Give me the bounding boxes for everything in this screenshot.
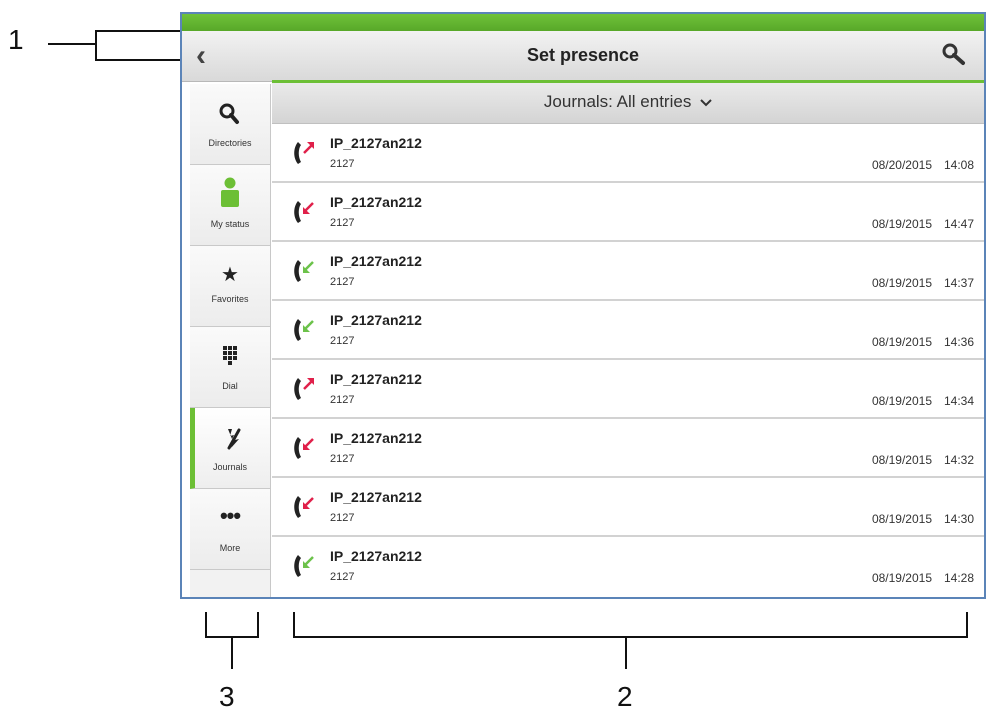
sidebar-item-label: Favorites xyxy=(211,294,249,304)
entry-name: IP_2127an212 xyxy=(330,548,422,564)
entry-time: 14:37 xyxy=(943,276,974,290)
entry-time: 14:08 xyxy=(943,158,974,172)
entry-number: 2127 xyxy=(330,453,355,465)
entry-date: 08/20/2015 xyxy=(871,158,932,172)
entry-date: 08/19/2015 xyxy=(871,276,932,290)
entry-time: 14:47 xyxy=(943,217,974,231)
incoming-call-icon xyxy=(294,260,314,282)
entry-number: 2127 xyxy=(330,217,355,229)
header-bar: ‹ Set presence xyxy=(182,31,984,82)
entry-number: 2127 xyxy=(330,335,355,347)
sidebar-item-label: Dial xyxy=(222,381,238,391)
entry-time: 14:34 xyxy=(943,394,974,408)
entry-date: 08/19/2015 xyxy=(871,335,932,349)
journal-filter-dropdown[interactable]: Journals: All entries xyxy=(272,83,984,124)
journal-entry[interactable]: IP_2127an212 2127 08/19/2015 14:34 xyxy=(272,360,984,419)
entry-name: IP_2127an212 xyxy=(330,253,422,269)
callout-bracket-3-right xyxy=(257,612,259,637)
star-icon: ★ xyxy=(221,264,239,286)
search-icon xyxy=(219,103,239,124)
entry-date: 08/19/2015 xyxy=(871,571,932,585)
entry-time: 14:30 xyxy=(943,512,974,526)
callout-bracket-2-left xyxy=(293,612,295,637)
callout-bracket-2-stem xyxy=(625,637,627,669)
callout-label-3: 3 xyxy=(219,681,235,712)
sidebar-item-label: More xyxy=(219,543,241,553)
journal-entry[interactable]: IP_2127an212 2127 08/19/2015 14:36 xyxy=(272,301,984,360)
entry-number: 2127 xyxy=(330,276,355,288)
sidebar-nav: Directories My status ★ Favorites Dial J… xyxy=(190,84,271,597)
sidebar-item-favorites[interactable]: ★ Favorites xyxy=(190,246,270,327)
sidebar-item-dial[interactable]: Dial xyxy=(190,327,270,408)
journals-icon xyxy=(227,428,241,450)
page-title: Set presence xyxy=(526,45,640,65)
entry-number: 2127 xyxy=(330,512,355,524)
callout-line-1 xyxy=(48,43,96,45)
entry-date: 08/19/2015 xyxy=(871,512,932,526)
sidebar-item-directories[interactable]: Directories xyxy=(190,84,270,165)
device-screen: ‹ Set presence Directories My status ★ F… xyxy=(180,12,986,599)
incoming-call-icon xyxy=(294,319,314,341)
callout-bracket-1-vertical xyxy=(95,30,97,60)
sidebar-item-label: Directories xyxy=(208,138,252,148)
journal-list: IP_2127an212 2127 08/20/2015 14:08 IP_21… xyxy=(272,124,984,596)
entry-number: 2127 xyxy=(330,571,355,583)
callout-label-2: 2 xyxy=(617,681,633,712)
callout-bracket-1-top xyxy=(95,30,180,32)
entry-name: IP_2127an212 xyxy=(330,135,422,151)
journal-panel: Journals: All entries IP_2127an212 2127 … xyxy=(272,80,984,597)
journal-entry[interactable]: IP_2127an212 2127 08/20/2015 14:08 xyxy=(272,124,984,183)
more-icon: ••• xyxy=(219,503,241,528)
outgoing-call-icon xyxy=(294,142,314,164)
entry-number: 2127 xyxy=(330,158,355,170)
journal-entry[interactable]: IP_2127an212 2127 08/19/2015 14:47 xyxy=(272,183,984,242)
callout-label-1: 1 xyxy=(8,24,24,55)
sidebar-item-my-status[interactable]: My status xyxy=(190,165,270,246)
sidebar-item-label: My status xyxy=(210,219,250,229)
entry-time: 14:32 xyxy=(943,453,974,467)
journal-entry[interactable]: IP_2127an212 2127 08/19/2015 14:30 xyxy=(272,478,984,537)
entry-date: 08/19/2015 xyxy=(871,453,932,467)
person-icon xyxy=(221,177,239,207)
entry-date: 08/19/2015 xyxy=(871,217,932,231)
entry-time: 14:28 xyxy=(943,571,974,585)
keypad-icon xyxy=(223,346,237,365)
callout-bracket-3-stem xyxy=(231,637,233,669)
callout-bracket-3-left xyxy=(205,612,207,637)
chevron-down-icon xyxy=(700,83,712,121)
journal-entry[interactable]: IP_2127an212 2127 08/19/2015 14:28 xyxy=(272,537,984,596)
outgoing-call-icon xyxy=(294,378,314,400)
entry-name: IP_2127an212 xyxy=(330,371,422,387)
journal-filter-label: Journals: All entries xyxy=(543,92,692,111)
incoming-call-icon xyxy=(294,555,314,577)
journal-entry[interactable]: IP_2127an212 2127 08/19/2015 14:37 xyxy=(272,242,984,301)
search-icon[interactable] xyxy=(940,41,968,69)
callout-bracket-2-bottom xyxy=(293,636,968,638)
entry-name: IP_2127an212 xyxy=(330,194,422,210)
journal-entry[interactable]: IP_2127an212 2127 08/19/2015 14:32 xyxy=(272,419,984,478)
entry-date: 08/19/2015 xyxy=(871,394,932,408)
missed-call-icon xyxy=(294,496,314,518)
entry-name: IP_2127an212 xyxy=(330,489,422,505)
status-strip xyxy=(182,14,984,31)
callout-bracket-1-bottom xyxy=(95,59,180,61)
missed-call-icon xyxy=(294,201,314,223)
missed-call-icon xyxy=(294,437,314,459)
entry-name: IP_2127an212 xyxy=(330,312,422,328)
sidebar-item-label: Journals xyxy=(212,462,248,472)
callout-bracket-2-right xyxy=(966,612,968,637)
sidebar-item-journals[interactable]: Journals xyxy=(190,408,270,489)
entry-name: IP_2127an212 xyxy=(330,430,422,446)
entry-time: 14:36 xyxy=(943,335,974,349)
sidebar-item-more[interactable]: ••• More xyxy=(190,489,270,570)
entry-number: 2127 xyxy=(330,394,355,406)
